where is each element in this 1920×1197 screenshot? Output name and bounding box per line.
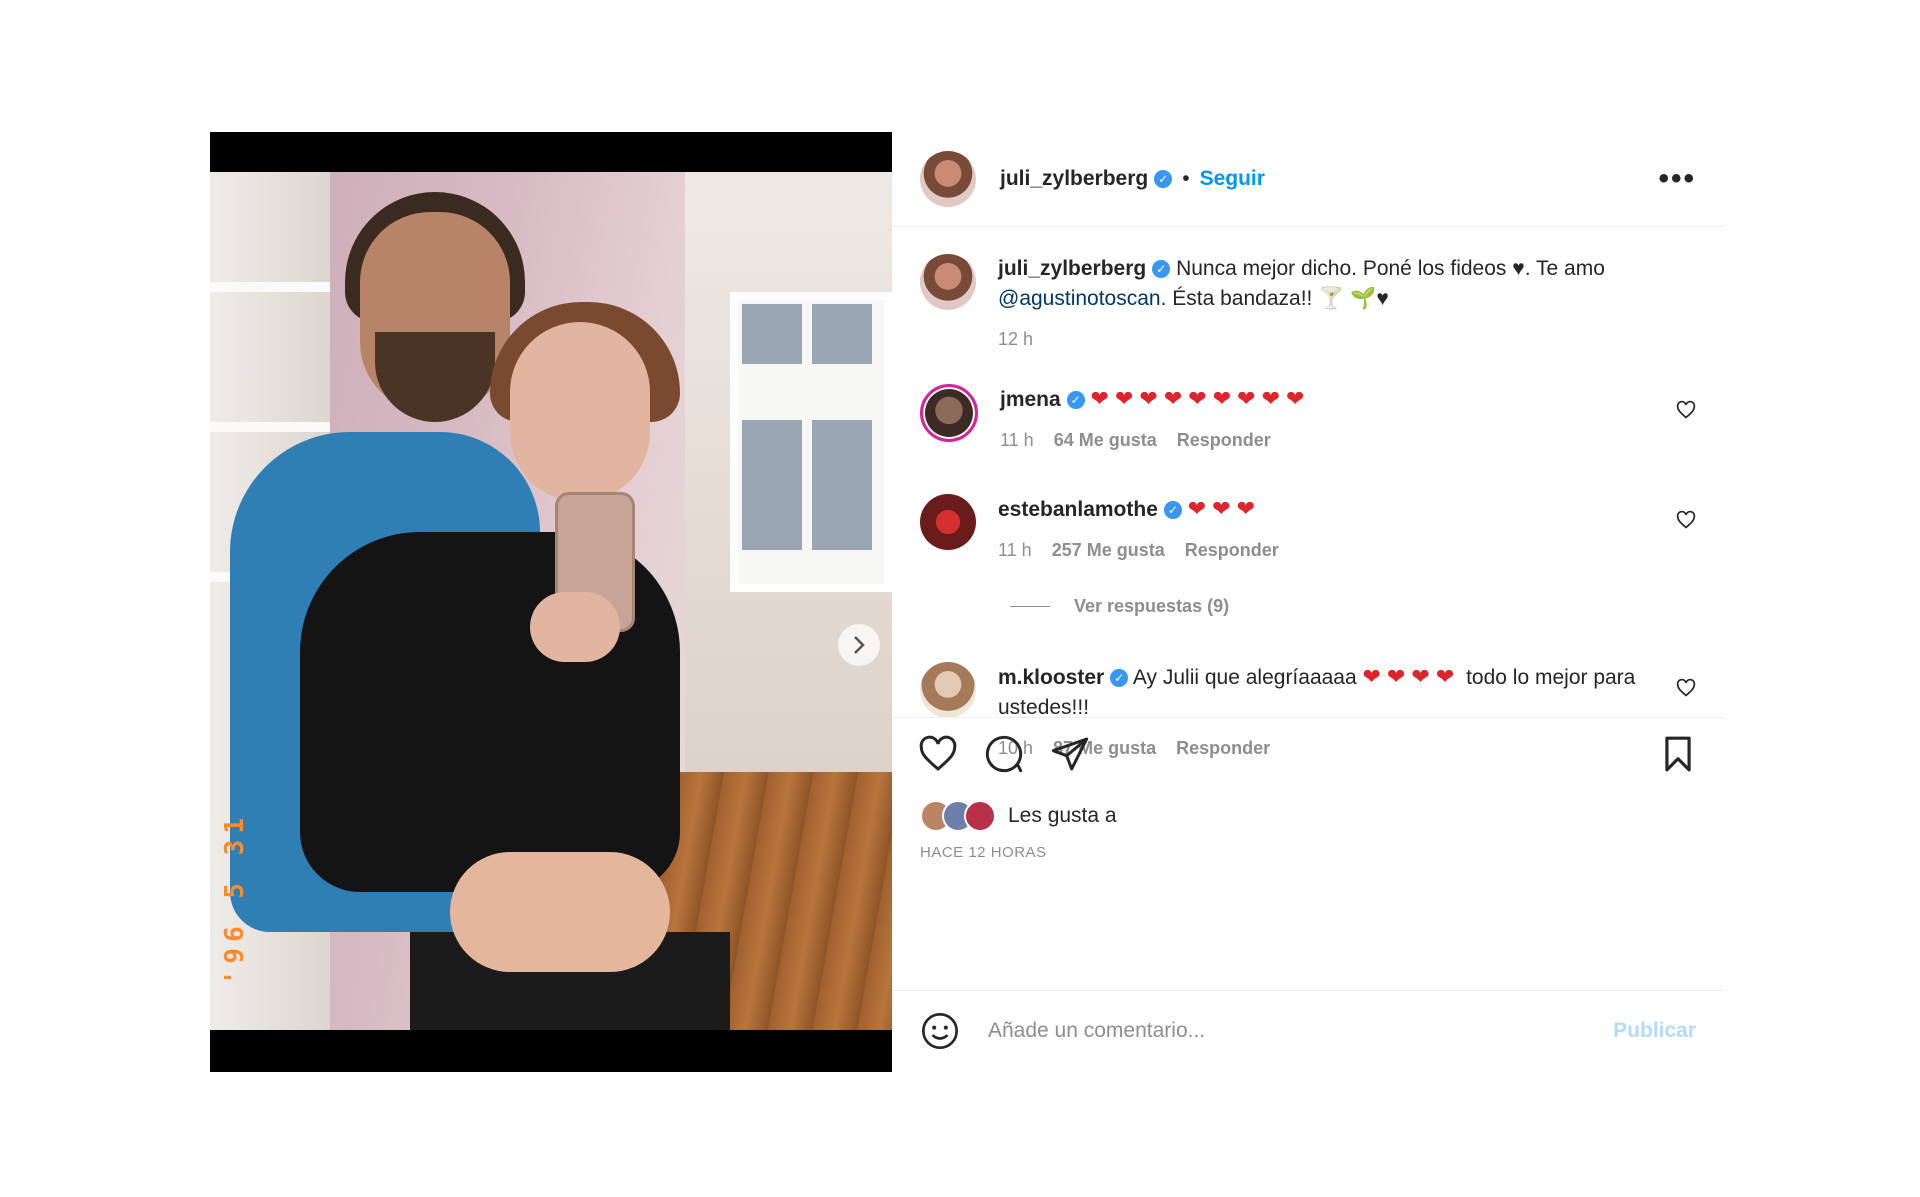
post-caption: juli_zylberberg ✓ Nunca mejor dicho. Poné…	[920, 254, 1696, 354]
comment-username[interactable]: estebanlamothe	[998, 498, 1158, 521]
comment-username[interactable]: m.klooster	[998, 666, 1104, 689]
post-image-panel: '96 5 31	[210, 132, 892, 1072]
heart-icon	[919, 735, 957, 771]
likes-text: Les gusta a	[1008, 804, 1117, 827]
comment-icon	[985, 735, 1023, 772]
author-username[interactable]: juli_zylberberg	[1000, 167, 1148, 191]
post-actions-bar	[892, 717, 1724, 789]
header-separator: •	[1182, 167, 1190, 190]
add-comment-bar: Publicar	[892, 990, 1724, 1070]
comment-item: estebanlamothe ✓ ❤❤❤ 11 h 257 Me gusta Re…	[920, 494, 1696, 565]
reply-button[interactable]: Responder	[1177, 425, 1271, 455]
comment-likes[interactable]: 257 Me gusta	[1052, 535, 1165, 565]
post-header: juli_zylberberg ✓ • Seguir •••	[892, 132, 1724, 227]
comment-time[interactable]: 11 h	[998, 535, 1032, 565]
comment-avatar[interactable]	[920, 494, 976, 550]
author-avatar[interactable]	[920, 151, 976, 207]
comment-avatar[interactable]	[920, 384, 978, 442]
likes-summary[interactable]: Les gusta a	[920, 800, 1117, 832]
comment-input[interactable]	[988, 1018, 1614, 1043]
replies-divider	[1010, 606, 1050, 607]
like-comment-icon[interactable]	[1676, 400, 1696, 420]
verified-icon: ✓	[1154, 170, 1173, 188]
liker-avatar	[964, 800, 996, 832]
comment-time[interactable]: 11 h	[1000, 425, 1034, 455]
publish-button[interactable]: Publicar	[1613, 1019, 1696, 1043]
comment-avatar[interactable]	[920, 662, 976, 718]
post-photo[interactable]: '96 5 31	[210, 172, 892, 1030]
caption-text: Nunca mejor dicho. Poné los fideos ♥. Te…	[1176, 257, 1605, 280]
verified-icon: ✓	[1110, 669, 1129, 688]
comment-username[interactable]: jmena	[1000, 388, 1061, 411]
post-side-panel: juli_zylberberg ✓ • Seguir ••• juli_zylb…	[892, 132, 1724, 1072]
like-comment-icon[interactable]	[1676, 678, 1696, 698]
comment-text: ❤❤❤	[1187, 496, 1262, 521]
follow-button[interactable]: Seguir	[1200, 167, 1265, 191]
comment-text: Ay Julii que alegríaaaaa	[1132, 666, 1357, 689]
send-icon	[1051, 737, 1089, 770]
more-options-icon[interactable]: •••	[1658, 164, 1696, 194]
caption-username[interactable]: juli_zylberberg	[998, 257, 1146, 280]
caption-time[interactable]: 12 h	[998, 324, 1033, 354]
caption-mention[interactable]: @agustinotoscan	[998, 287, 1161, 310]
chevron-right-icon	[854, 636, 865, 654]
view-replies-label: Ver respuestas (9)	[1074, 596, 1230, 616]
caption-text-end: . Ésta bandaza!! 🍸 🌱♥	[1160, 287, 1389, 310]
caption-avatar[interactable]	[920, 254, 976, 310]
save-button[interactable]	[1656, 732, 1700, 776]
comment-likes[interactable]: 64 Me gusta	[1054, 425, 1157, 455]
view-replies-button[interactable]: Ver respuestas (9)	[1010, 596, 1229, 617]
carousel-next-button[interactable]	[838, 624, 880, 666]
emoji-icon[interactable]	[920, 1011, 960, 1051]
like-comment-icon[interactable]	[1676, 510, 1696, 530]
bookmark-icon	[1665, 736, 1691, 771]
share-button[interactable]	[1048, 732, 1092, 776]
reply-button[interactable]: Responder	[1185, 535, 1279, 565]
photo-date-stamp: '96 5 31	[220, 812, 250, 986]
verified-icon: ✓	[1152, 260, 1171, 279]
comment-hearts: ❤❤❤❤	[1362, 664, 1461, 689]
post-timestamp[interactable]: HACE 12 HORAS	[920, 844, 1047, 861]
comment-button[interactable]	[982, 732, 1026, 776]
like-button[interactable]	[916, 732, 960, 776]
verified-icon: ✓	[1066, 391, 1085, 410]
comments-list: juli_zylberberg ✓ Nunca mejor dicho. Poné…	[892, 228, 1724, 758]
comment-text: ❤❤❤❤❤❤❤❤❤	[1090, 386, 1311, 411]
comment-item: jmena ✓ ❤❤❤❤❤❤❤❤❤ 11 h 64 Me gusta Respon…	[920, 384, 1696, 455]
verified-icon: ✓	[1163, 501, 1182, 520]
photo-window	[730, 292, 892, 592]
